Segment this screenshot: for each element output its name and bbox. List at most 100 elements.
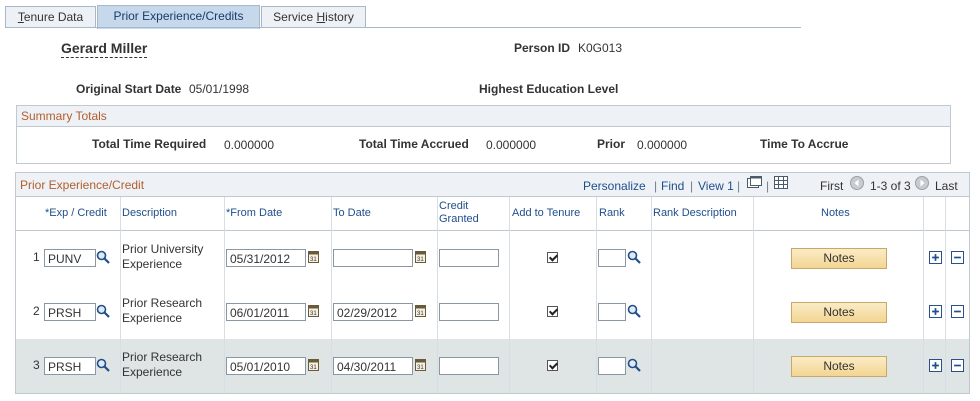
col-description[interactable]: Description — [122, 207, 177, 220]
col-notes[interactable]: Notes — [821, 207, 850, 220]
rank-input[interactable] — [598, 357, 626, 375]
delete-row-icon[interactable] — [951, 359, 964, 372]
total-time-required-value: 0.000000 — [224, 138, 275, 152]
highest-education-label: Highest Education Level — [479, 82, 619, 96]
row-number: 1 — [33, 250, 40, 264]
add-to-tenure-checkbox[interactable] — [547, 360, 558, 371]
from-date-input[interactable]: 05/31/2012 — [226, 249, 306, 267]
lookup-icon[interactable] — [96, 304, 110, 318]
total-time-required-label: Total Time Required — [92, 137, 207, 151]
credit-granted-input[interactable] — [439, 357, 499, 375]
description-line2: Experience — [122, 311, 183, 325]
tab-label: Prior Experience/Credits — [113, 9, 244, 23]
delete-row-icon[interactable] — [951, 251, 964, 264]
calendar-icon[interactable]: 31 — [308, 250, 319, 263]
separator: | — [737, 179, 741, 193]
column-divider — [120, 197, 121, 393]
lookup-icon[interactable] — [96, 358, 110, 372]
credit-granted-input[interactable] — [439, 303, 499, 321]
calendar-icon[interactable]: 31 — [415, 304, 426, 317]
exp-credit-input[interactable]: PUNV — [44, 249, 96, 267]
col-rank-description[interactable]: Rank Description — [653, 207, 737, 220]
credit-granted-input[interactable] — [439, 249, 499, 267]
calendar-icon[interactable]: 31 — [308, 304, 319, 317]
next-arrow-icon[interactable] — [915, 176, 929, 190]
notes-button[interactable]: Notes — [791, 356, 887, 377]
first-link[interactable]: First — [820, 179, 843, 193]
separator: | — [766, 179, 770, 193]
col-credit-granted-line1[interactable]: Credit — [439, 200, 468, 213]
calendar-icon[interactable]: 31 — [415, 250, 426, 263]
description-line1: Prior Research — [122, 296, 203, 310]
col-rank[interactable]: Rank — [599, 207, 625, 220]
notes-button[interactable]: Notes — [791, 248, 887, 269]
col-exp-credit[interactable]: *Exp / Credit — [45, 207, 107, 220]
last-link[interactable]: Last — [935, 179, 958, 193]
row-number: 3 — [33, 358, 40, 372]
find-link[interactable]: Find — [661, 179, 684, 193]
lookup-icon[interactable] — [627, 358, 641, 372]
prior-experience-grid: Prior Experience/Credit Personalize | Fi… — [15, 172, 970, 394]
tab-service-history[interactable]: Service History — [261, 6, 366, 28]
view-link[interactable]: View 1 — [698, 179, 734, 193]
svg-text:31: 31 — [417, 365, 424, 371]
total-time-accrued-label: Total Time Accrued — [359, 137, 469, 151]
prior-label: Prior — [597, 137, 626, 151]
column-divider — [437, 197, 438, 393]
column-divider — [509, 197, 510, 393]
personalize-link[interactable]: Personalize — [583, 179, 646, 193]
download-grid-icon[interactable] — [774, 176, 788, 189]
lookup-icon[interactable] — [627, 304, 641, 318]
add-row-icon[interactable] — [929, 359, 942, 372]
summary-totals-box: Summary Totals Total Time Required 0.000… — [16, 105, 951, 164]
svg-text:31: 31 — [310, 311, 317, 317]
from-date-input[interactable]: 06/01/2011 — [226, 303, 306, 321]
new-window-icon[interactable] — [747, 176, 762, 189]
to-date-input[interactable]: 02/29/2012 — [333, 303, 413, 321]
table-row: 2 PRSH Prior Research Experience 06/01/2… — [16, 285, 969, 340]
rank-input[interactable] — [598, 249, 626, 267]
description-line2: Experience — [122, 257, 183, 271]
to-date-input[interactable] — [333, 249, 413, 267]
summary-totals-title: Summary Totals — [21, 109, 107, 123]
col-credit-granted-line2[interactable]: Granted — [439, 213, 479, 226]
column-divider — [753, 197, 754, 393]
svg-text:31: 31 — [310, 365, 317, 371]
column-divider — [945, 197, 946, 393]
svg-text:31: 31 — [310, 257, 317, 263]
previous-arrow-icon[interactable] — [850, 176, 864, 190]
column-header-row: *Exp / Credit Description *From Date To … — [16, 197, 969, 231]
description-line1: Prior University — [122, 242, 204, 256]
add-row-icon[interactable] — [929, 251, 942, 264]
add-row-icon[interactable] — [929, 305, 942, 318]
calendar-icon[interactable]: 31 — [415, 358, 426, 371]
notes-button[interactable]: Notes — [791, 302, 887, 323]
lookup-icon[interactable] — [96, 250, 110, 264]
from-date-input[interactable]: 05/01/2010 — [226, 357, 306, 375]
summary-totals-header: Summary Totals — [17, 106, 950, 127]
to-date-input[interactable]: 04/30/2011 — [333, 357, 413, 375]
add-to-tenure-checkbox[interactable] — [547, 306, 558, 317]
column-divider — [331, 197, 332, 393]
rank-input[interactable] — [598, 303, 626, 321]
add-to-tenure-checkbox[interactable] — [547, 252, 558, 263]
tab-tenure-data[interactable]: Tenure Data — [5, 6, 96, 28]
lookup-icon[interactable] — [627, 250, 641, 264]
time-to-accrue-label: Time To Accrue — [760, 137, 849, 151]
col-from-date[interactable]: *From Date — [226, 207, 282, 220]
prior-value: 0.000000 — [637, 138, 688, 152]
exp-credit-input[interactable]: PRSH — [44, 303, 96, 321]
col-add-to-tenure[interactable]: Add to Tenure — [512, 207, 580, 220]
separator: | — [690, 179, 694, 193]
person-id-value: K0G013 — [578, 41, 623, 55]
col-to-date[interactable]: To Date — [333, 207, 371, 220]
separator: | — [654, 179, 658, 193]
exp-credit-input[interactable]: PRSH — [44, 357, 96, 375]
delete-row-icon[interactable] — [951, 305, 964, 318]
tab-prior-experience-credits[interactable]: Prior Experience/Credits — [97, 5, 260, 29]
employee-name[interactable]: Gerard Miller — [61, 40, 148, 58]
person-id-label: Person ID — [514, 41, 571, 55]
table-row: 3 PRSH Prior Research Experience 05/01/2… — [16, 339, 969, 393]
column-divider — [224, 197, 225, 393]
calendar-icon[interactable]: 31 — [308, 358, 319, 371]
